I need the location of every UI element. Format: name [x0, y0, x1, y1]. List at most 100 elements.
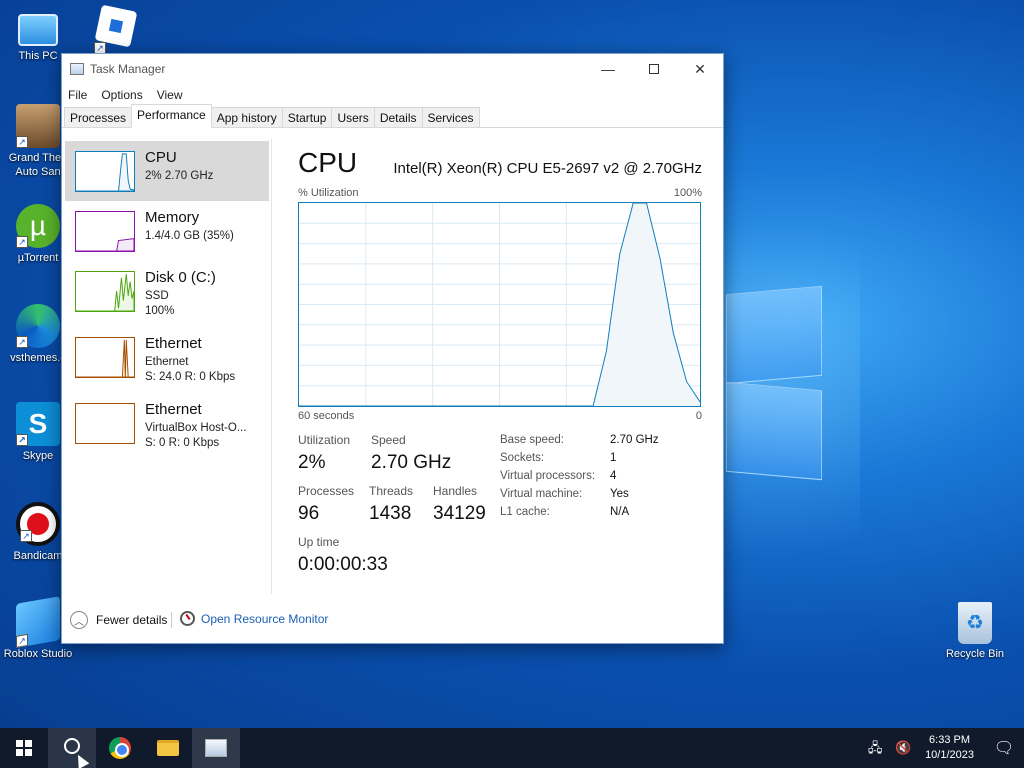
detail-key: L1 cache:	[500, 506, 550, 518]
cpu-model-name: Intel(R) Xeon(R) CPU E5-2697 v2 @ 2.70GH…	[393, 160, 702, 177]
volume-muted-icon[interactable]: 🔇	[895, 741, 911, 755]
clock[interactable]: 6:33 PM 10/1/2023	[925, 733, 974, 763]
task-manager-icon	[70, 63, 84, 75]
disk-thumbnail-graph	[75, 271, 135, 312]
detail-key: Virtual machine:	[500, 488, 583, 500]
title-bar[interactable]: Task Manager — ✕	[62, 54, 723, 84]
open-resource-monitor-label: Open Resource Monitor	[201, 611, 329, 626]
threads-value: 1438	[369, 503, 412, 524]
menu-view[interactable]: View	[157, 88, 183, 102]
network-icon[interactable]: 🖧	[867, 741, 883, 755]
detail-key: Base speed:	[500, 434, 564, 446]
sidebar-item-ethernet-2[interactable]: Ethernet VirtualBox Host-O... S: 0 R: 0 …	[65, 393, 269, 453]
sidebar-item-detail: VirtualBox Host-O...	[145, 422, 247, 434]
minimize-icon: —	[601, 61, 615, 77]
sidebar-item-name: CPU	[145, 149, 177, 166]
sidebar-item-name: Disk 0 (C:)	[145, 269, 216, 286]
minimize-button[interactable]: —	[585, 54, 631, 84]
bandicam-icon: ↗	[16, 502, 60, 546]
utilization-value: 2%	[298, 452, 326, 473]
folder-icon	[157, 740, 179, 756]
roblox-studio-icon: ↗	[16, 596, 60, 648]
tab-startup[interactable]: Startup	[281, 107, 333, 127]
taskbar-file-explorer[interactable]	[144, 728, 192, 768]
resource-sidebar: CPU 2% 2.70 GHz Memory 1.4/4.0 GB (35%) …	[62, 139, 272, 594]
close-button[interactable]: ✕	[677, 54, 723, 84]
sidebar-item-name: Ethernet	[145, 335, 202, 352]
desktop-icon-recycle-bin[interactable]: ♻ Recycle Bin	[937, 602, 1013, 661]
detail-value: 2.70 GHz	[610, 434, 659, 446]
task-manager-window: Task Manager — ✕ File Options View Proce…	[61, 53, 724, 644]
sidebar-item-detail-2: S: 0 R: 0 Kbps	[145, 437, 220, 449]
utilization-axis-max: 100%	[673, 187, 702, 199]
resource-monitor-icon	[180, 611, 195, 626]
memory-thumbnail-graph	[75, 211, 135, 252]
system-tray: 🖧 🔇 6:33 PM 10/1/2023 🗨	[861, 728, 1024, 768]
detail-key: Virtual processors:	[500, 470, 596, 482]
fewer-details-label: Fewer details	[96, 613, 168, 627]
sidebar-item-disk[interactable]: Disk 0 (C:) SSD 100%	[65, 261, 269, 321]
time-axis-label: 60 seconds	[298, 410, 355, 422]
taskbar: 🖧 🔇 6:33 PM 10/1/2023 🗨	[0, 728, 1024, 768]
utilization-label: Utilization	[298, 433, 351, 447]
sidebar-item-detail: Ethernet	[145, 356, 189, 368]
sidebar-item-name: Ethernet	[145, 401, 202, 418]
clock-time: 6:33 PM	[929, 734, 971, 746]
computer-icon	[18, 14, 58, 46]
detail-key: Sockets:	[500, 452, 545, 464]
notification-center-button[interactable]: 🗨	[984, 728, 1024, 768]
processes-value: 96	[298, 503, 320, 524]
tab-details[interactable]: Details	[373, 107, 423, 127]
tab-processes[interactable]: Processes	[64, 107, 133, 127]
open-resource-monitor-link[interactable]: Open Resource Monitor	[180, 611, 328, 626]
recycle-bin-icon: ♻	[958, 602, 992, 644]
menu-bar: File Options View	[62, 84, 723, 106]
cpu-utilization-graph	[298, 202, 701, 407]
utilization-axis-label: % Utilization	[298, 187, 359, 199]
chrome-icon	[109, 737, 131, 759]
utorrent-icon: µ ↗	[16, 204, 60, 248]
menu-file[interactable]: File	[68, 88, 87, 102]
cpu-graph-svg	[299, 203, 700, 406]
uptime-label: Up time	[298, 535, 340, 549]
detail-value: N/A	[610, 506, 630, 518]
speed-label: Speed	[371, 433, 406, 447]
tab-performance[interactable]: Performance	[131, 104, 212, 128]
close-icon: ✕	[694, 60, 706, 77]
start-button[interactable]	[0, 728, 48, 768]
gta-icon: ↗	[16, 104, 60, 148]
desktop-icon-label: Roblox Studio	[3, 648, 73, 660]
sidebar-item-name: Memory	[145, 209, 200, 226]
detail-value: Yes	[610, 488, 629, 500]
cpu-thumbnail-graph	[75, 151, 135, 192]
sidebar-item-ethernet-1[interactable]: Ethernet Ethernet S: 24.0 R: 0 Kbps	[65, 327, 269, 387]
handles-label: Handles	[433, 484, 478, 498]
notification-icon: 🗨	[993, 740, 1015, 757]
taskbar-task-manager[interactable]	[192, 728, 240, 768]
chevron-up-icon: ︿	[70, 611, 88, 629]
processes-label: Processes	[298, 484, 355, 498]
windows-wallpaper-logo	[726, 285, 822, 490]
sidebar-item-detail: SSD	[145, 290, 169, 302]
tab-services[interactable]: Services	[421, 107, 480, 127]
desktop-icon-roblox[interactable]: ↗	[78, 4, 154, 54]
fewer-details-button[interactable]: ︿ Fewer details	[70, 611, 167, 629]
ethernet-thumbnail-graph	[75, 337, 135, 378]
tab-users[interactable]: Users	[331, 107, 375, 127]
roblox-icon	[94, 4, 138, 48]
handles-value: 34129	[433, 503, 486, 524]
maximize-button[interactable]	[631, 54, 677, 84]
task-manager-icon	[205, 739, 227, 757]
skype-icon: S ↗	[16, 402, 60, 446]
sidebar-item-detail: 2% 2.70 GHz	[145, 170, 214, 182]
sidebar-item-detail-2: S: 24.0 R: 0 Kbps	[145, 371, 236, 383]
sidebar-item-detail: 1.4/4.0 GB (35%)	[145, 230, 234, 242]
detail-value: 4	[610, 470, 617, 482]
maximize-icon	[649, 64, 659, 74]
edge-icon: ↗	[16, 304, 60, 348]
sidebar-item-cpu[interactable]: CPU 2% 2.70 GHz	[65, 141, 269, 201]
tab-app-history[interactable]: App history	[210, 107, 283, 127]
taskbar-chrome[interactable]	[96, 728, 144, 768]
sidebar-item-memory[interactable]: Memory 1.4/4.0 GB (35%)	[65, 201, 269, 261]
menu-options[interactable]: Options	[101, 88, 142, 102]
